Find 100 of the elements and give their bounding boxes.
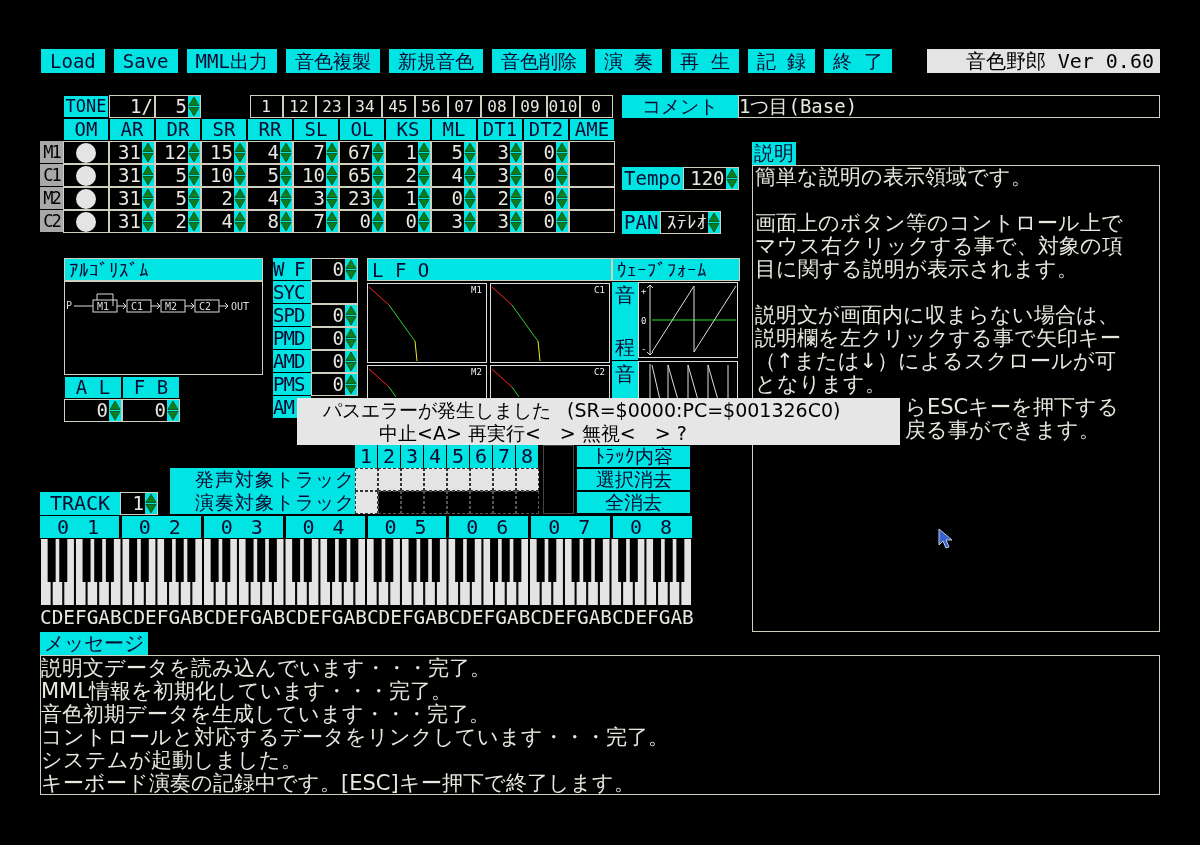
axis-tick-label: +: [641, 286, 647, 296]
parameter-value: 0: [332, 374, 345, 395]
parameter-value: 4: [267, 188, 280, 209]
track-number: 7: [493, 445, 516, 468]
parameter-value: 0: [332, 305, 345, 326]
toolbar-button[interactable]: 演 奏: [594, 49, 663, 73]
algorithm-number-label: A L: [64, 376, 122, 399]
operator-toggle[interactable]: [76, 142, 96, 163]
spin-arrows-icon[interactable]: [725, 168, 738, 189]
parameter-value: 23: [348, 188, 372, 209]
toolbar-button[interactable]: 再 生: [671, 49, 739, 73]
parameter-value: 12: [164, 142, 188, 163]
feedback-label: F B: [122, 376, 180, 399]
operator-label: C1: [40, 164, 63, 187]
track-button[interactable]: 全消去: [576, 491, 691, 514]
error-message: パスエラーが発生しました: [323, 398, 551, 422]
graph-label: C2: [594, 367, 605, 377]
track-label: TRACK: [40, 492, 120, 515]
message-text: キーボード演奏の記録中です。[ESC]キー押下で終了します。: [41, 772, 636, 795]
track-button[interactable]: 選択消去: [576, 468, 691, 491]
slot-number: 07: [454, 96, 475, 117]
parameter-value: 1: [405, 188, 418, 209]
message-text: コントロールと対応するデータをリンクしています・・・完了。: [41, 726, 670, 749]
parameter-value: 0: [332, 351, 345, 372]
operator-toggle[interactable]: [76, 188, 96, 209]
operator-toggle[interactable]: [76, 165, 96, 186]
parameter-value: 31: [118, 165, 142, 186]
description-text: （↑または↓）によるスクロールが可: [755, 350, 1118, 373]
parameter-value: 0: [543, 165, 556, 186]
lfo-parameter-label: PMD: [273, 327, 311, 350]
slot-number: 45: [388, 96, 409, 117]
description-text: 説明文が画面内に収まらない場合は、: [755, 304, 1120, 327]
octave-label: 0 5: [367, 516, 447, 538]
comment-label: コメント: [622, 95, 738, 118]
octave-label: 0 6: [449, 516, 529, 538]
toolbar-button[interactable]: 新規音色: [388, 49, 483, 73]
column-header: OM: [63, 118, 109, 141]
parameter-value: 3: [451, 211, 464, 232]
toolbar-button[interactable]: 終 了: [824, 49, 892, 73]
algorithm-value: 0: [96, 400, 109, 421]
app-title: 音色野郎 Ver 0.60: [927, 49, 1160, 73]
parameter-value: 0: [543, 211, 556, 232]
piano-keyboard-drawing[interactable]: [40, 538, 692, 606]
description-text: 目に関する説明が表示されます。: [755, 258, 1079, 281]
tone-count: 5: [175, 96, 188, 117]
tempo-value: 120: [690, 168, 726, 189]
comment-field[interactable]: 1つ目(Base): [738, 95, 1160, 118]
description-text: となります。: [755, 373, 887, 396]
message-label: メッセージ: [40, 632, 148, 655]
slot-number: 08: [487, 96, 508, 117]
parameter-value: 7: [313, 211, 326, 232]
message-text: システムが起動しました。: [41, 749, 303, 772]
toolbar-button[interactable]: 音色複製: [285, 49, 380, 73]
track-number: 4: [424, 445, 447, 468]
pitch-axis-label: 程: [615, 336, 635, 358]
toolbar-button[interactable]: MML出力: [186, 49, 277, 73]
graph-label: C1: [594, 285, 605, 295]
tone-label: TONE: [63, 95, 109, 118]
toolbar-button[interactable]: Load: [41, 49, 105, 73]
parameter-value: 4: [267, 142, 280, 163]
parameter-value: 2: [405, 165, 418, 186]
column-header: SL: [293, 118, 339, 141]
track-number: 1: [355, 445, 378, 468]
operator-toggle[interactable]: [76, 211, 96, 232]
toolbar-button[interactable]: 音色削除: [491, 49, 586, 73]
parameter-value: 3: [497, 211, 510, 232]
track-number: 3: [401, 445, 424, 468]
operator-box-label: C1: [131, 301, 144, 312]
graph-label: M1: [471, 285, 482, 295]
toolbar-button[interactable]: Save: [113, 49, 178, 73]
column-header: AR: [109, 118, 155, 141]
description-text: 説明欄を左クリックする事で矢印キー: [755, 327, 1122, 350]
waveform-title: ｳｪｰﾌﾞﾌｫｰﾑ: [612, 258, 740, 281]
message-text: 音色初期データを生成しています・・・完了。: [41, 703, 491, 726]
track-button[interactable]: ﾄﾗｯｸ内容: [576, 445, 691, 468]
parameter-value: 0: [359, 211, 372, 232]
parameter-value: 2: [221, 188, 234, 209]
parameter-value: 1: [405, 142, 418, 163]
parameter-value: 31: [118, 211, 142, 232]
parameter-value: 0: [543, 142, 556, 163]
tempo-label: Tempo: [622, 167, 684, 190]
description-text: 画面上のボタン等のコントロール上で: [755, 212, 1124, 235]
parameter-value: 5: [451, 142, 464, 163]
operator-label: M2: [40, 187, 63, 210]
track-value: 1: [132, 493, 145, 514]
operator-box-label: C2: [199, 301, 212, 312]
parameter-value: 4: [451, 165, 464, 186]
pan-value: ｽﾃﾚｵ: [667, 212, 709, 233]
track-number: 6: [470, 445, 493, 468]
parameter-value: 2: [497, 188, 510, 209]
pitch-axis-label: 音: [615, 284, 635, 306]
lfo-parameter-label: SPD: [273, 304, 311, 327]
track-number: 5: [447, 445, 470, 468]
octave-label: 0 1: [40, 516, 119, 538]
track-row-label: 演奏対象トラック: [170, 491, 355, 514]
description-label: 説明: [752, 142, 796, 165]
output-label: OUT: [231, 301, 250, 312]
parameter-value: 31: [118, 188, 142, 209]
toolbar-button[interactable]: 記 録: [747, 49, 816, 73]
axis-tick-label: -: [641, 344, 647, 354]
